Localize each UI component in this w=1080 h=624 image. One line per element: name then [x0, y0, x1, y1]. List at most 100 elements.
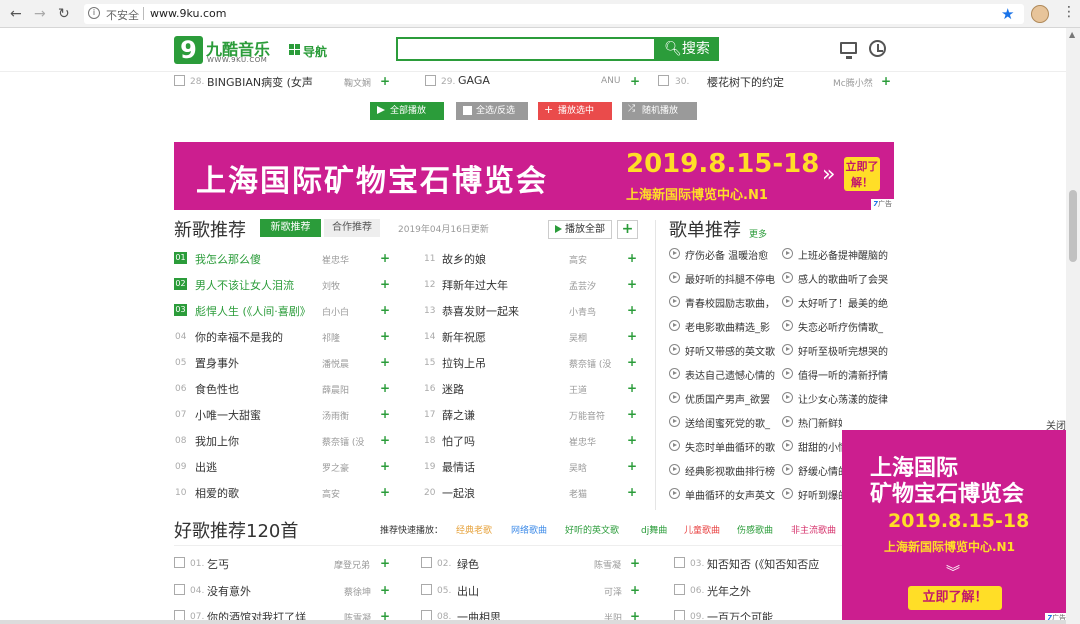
- song-checkbox[interactable]: [174, 75, 185, 86]
- star-icon[interactable]: ★: [1001, 5, 1014, 23]
- playlist-play-icon[interactable]: [669, 296, 680, 307]
- quick-english-link[interactable]: 好听的英文歌: [565, 523, 619, 536]
- song-title[interactable]: 彪悍人生 (《人间·喜剧》: [195, 303, 320, 319]
- song-title[interactable]: 新年祝愿: [442, 329, 552, 345]
- playlist-play-icon[interactable]: [782, 320, 793, 331]
- playlist-item[interactable]: 优质国产男声_欲罢: [685, 391, 780, 406]
- banner-ad[interactable]: 上海国际矿物宝石博览会 2019.8.15-18 上海新国际博览中心.N1 » …: [174, 142, 894, 210]
- playlist-play-icon[interactable]: [669, 416, 680, 427]
- playlist-play-icon[interactable]: [669, 248, 680, 259]
- add-icon[interactable]: +: [377, 459, 393, 473]
- search-button[interactable]: 🔍︎搜索: [655, 37, 719, 61]
- add-icon[interactable]: +: [627, 556, 643, 570]
- song-title[interactable]: 薛之谦: [442, 407, 552, 423]
- song-title[interactable]: 拜新年过大年: [442, 277, 552, 293]
- quick-alt-link[interactable]: 非主流歌曲: [791, 523, 843, 536]
- song-artist[interactable]: 陈雪凝: [594, 558, 621, 571]
- playlist-item[interactable]: 送给闺蜜死党的歌_: [685, 415, 780, 430]
- song-artist[interactable]: 摩登兄弟: [334, 558, 370, 571]
- playlist-play-icon[interactable]: [782, 416, 793, 427]
- popup-close-button[interactable]: 关闭: [1046, 417, 1066, 432]
- playlist-item[interactable]: 太好听了！最美的绝: [798, 295, 893, 310]
- song-title[interactable]: 出逃: [195, 459, 315, 475]
- play-selected-button[interactable]: + 播放选中: [538, 102, 612, 120]
- add-icon[interactable]: +: [377, 583, 393, 597]
- tab-new-songs[interactable]: 新歌推荐: [260, 219, 321, 237]
- scroll-up-icon[interactable]: ▲: [1069, 30, 1075, 39]
- playlist-item[interactable]: 上班必备提神醒脑的: [798, 247, 893, 262]
- song-checkbox[interactable]: [174, 557, 185, 568]
- forward-arrow-icon[interactable]: →: [34, 5, 46, 23]
- playlist-play-icon[interactable]: [782, 248, 793, 259]
- playlist-item[interactable]: 失恋时单曲循环的歌: [685, 439, 780, 454]
- add-icon[interactable]: +: [627, 583, 643, 597]
- song-artist[interactable]: 可泽: [604, 585, 622, 598]
- info-icon[interactable]: i: [88, 7, 100, 19]
- add-icon[interactable]: +: [624, 277, 640, 291]
- add-icon[interactable]: +: [377, 329, 393, 343]
- add-all-icon[interactable]: +: [617, 220, 638, 239]
- song-title[interactable]: 拉钩上吊: [442, 355, 552, 371]
- playlist-item[interactable]: 表达自己遗憾心情的: [685, 367, 780, 382]
- playlist-play-icon[interactable]: [782, 392, 793, 403]
- add-icon[interactable]: +: [878, 74, 894, 88]
- add-icon[interactable]: +: [377, 74, 393, 88]
- song-artist[interactable]: 王道: [569, 383, 587, 396]
- song-title[interactable]: 光年之外: [707, 583, 827, 599]
- add-icon[interactable]: +: [624, 251, 640, 265]
- quick-network-link[interactable]: 网络歌曲: [511, 523, 547, 536]
- playlist-item[interactable]: 疗伤必备 温暖治愈: [685, 247, 780, 262]
- add-icon[interactable]: +: [627, 74, 643, 88]
- playlist-play-icon[interactable]: [669, 320, 680, 331]
- song-title[interactable]: 你的幸福不是我的: [195, 329, 315, 345]
- song-artist[interactable]: 罗之豪: [322, 461, 349, 474]
- song-artist[interactable]: 祁隆: [322, 331, 340, 344]
- song-title[interactable]: 恭喜发财一起来: [442, 303, 552, 319]
- song-artist[interactable]: 白小白: [322, 305, 349, 318]
- song-title[interactable]: 我怎么那么傻: [195, 251, 325, 267]
- song-title[interactable]: 知否知否 (《知否知否应: [707, 556, 837, 572]
- back-arrow-icon[interactable]: ←: [10, 5, 22, 23]
- song-title[interactable]: 迷路: [442, 381, 552, 397]
- song-title[interactable]: 我加上你: [195, 433, 315, 449]
- monitor-icon[interactable]: [840, 42, 857, 59]
- song-artist[interactable]: 万能音符: [569, 409, 605, 422]
- playlist-item[interactable]: 好听至极听完想哭的: [798, 343, 893, 358]
- menu-dots-icon[interactable]: ⋮: [1062, 4, 1076, 20]
- song-artist[interactable]: 吴桐: [569, 331, 587, 344]
- playlist-play-icon[interactable]: [669, 488, 680, 499]
- playlist-play-icon[interactable]: [782, 344, 793, 355]
- song-title[interactable]: 食色性也: [195, 381, 315, 397]
- add-icon[interactable]: +: [377, 556, 393, 570]
- song-artist[interactable]: 蔡奈镭 (没: [322, 435, 370, 448]
- add-icon[interactable]: +: [377, 433, 393, 447]
- reload-icon[interactable]: ↻: [58, 5, 70, 23]
- song-title[interactable]: 樱花树下的约定: [707, 74, 817, 90]
- song-title[interactable]: 绿色: [457, 556, 557, 572]
- history-clock-icon[interactable]: [869, 40, 886, 57]
- popup-ad[interactable]: 关闭 上海国际 矿物宝石博览会 2019.8.15-18 上海新国际博览中心.N…: [842, 416, 1068, 624]
- add-icon[interactable]: +: [377, 251, 393, 265]
- add-icon[interactable]: +: [377, 485, 393, 499]
- avatar[interactable]: [1031, 5, 1049, 23]
- playlist-item[interactable]: 让少女心荡漾的旋律: [798, 391, 893, 406]
- playlist-play-icon[interactable]: [669, 344, 680, 355]
- add-icon[interactable]: +: [377, 277, 393, 291]
- song-checkbox[interactable]: [174, 584, 185, 595]
- add-icon[interactable]: +: [377, 407, 393, 421]
- playlists-more-link[interactable]: 更多: [749, 227, 767, 240]
- add-icon[interactable]: +: [377, 381, 393, 395]
- song-artist[interactable]: 吴晗: [569, 461, 587, 474]
- song-artist[interactable]: 崔忠华: [569, 435, 596, 448]
- song-artist[interactable]: ANU: [601, 76, 620, 86]
- song-title[interactable]: 乞丐: [207, 556, 317, 572]
- song-title[interactable]: 男人不该让女人泪流: [195, 277, 320, 293]
- add-icon[interactable]: +: [624, 433, 640, 447]
- song-artist[interactable]: 小青鸟: [569, 305, 596, 318]
- song-title[interactable]: 没有意外: [207, 583, 317, 599]
- popup-cta-button[interactable]: 立即了解！: [908, 586, 1002, 610]
- add-icon[interactable]: +: [624, 485, 640, 499]
- playlist-item[interactable]: 老电影歌曲精选_影: [685, 319, 780, 334]
- song-checkbox[interactable]: [674, 584, 685, 595]
- playlist-play-icon[interactable]: [669, 440, 680, 451]
